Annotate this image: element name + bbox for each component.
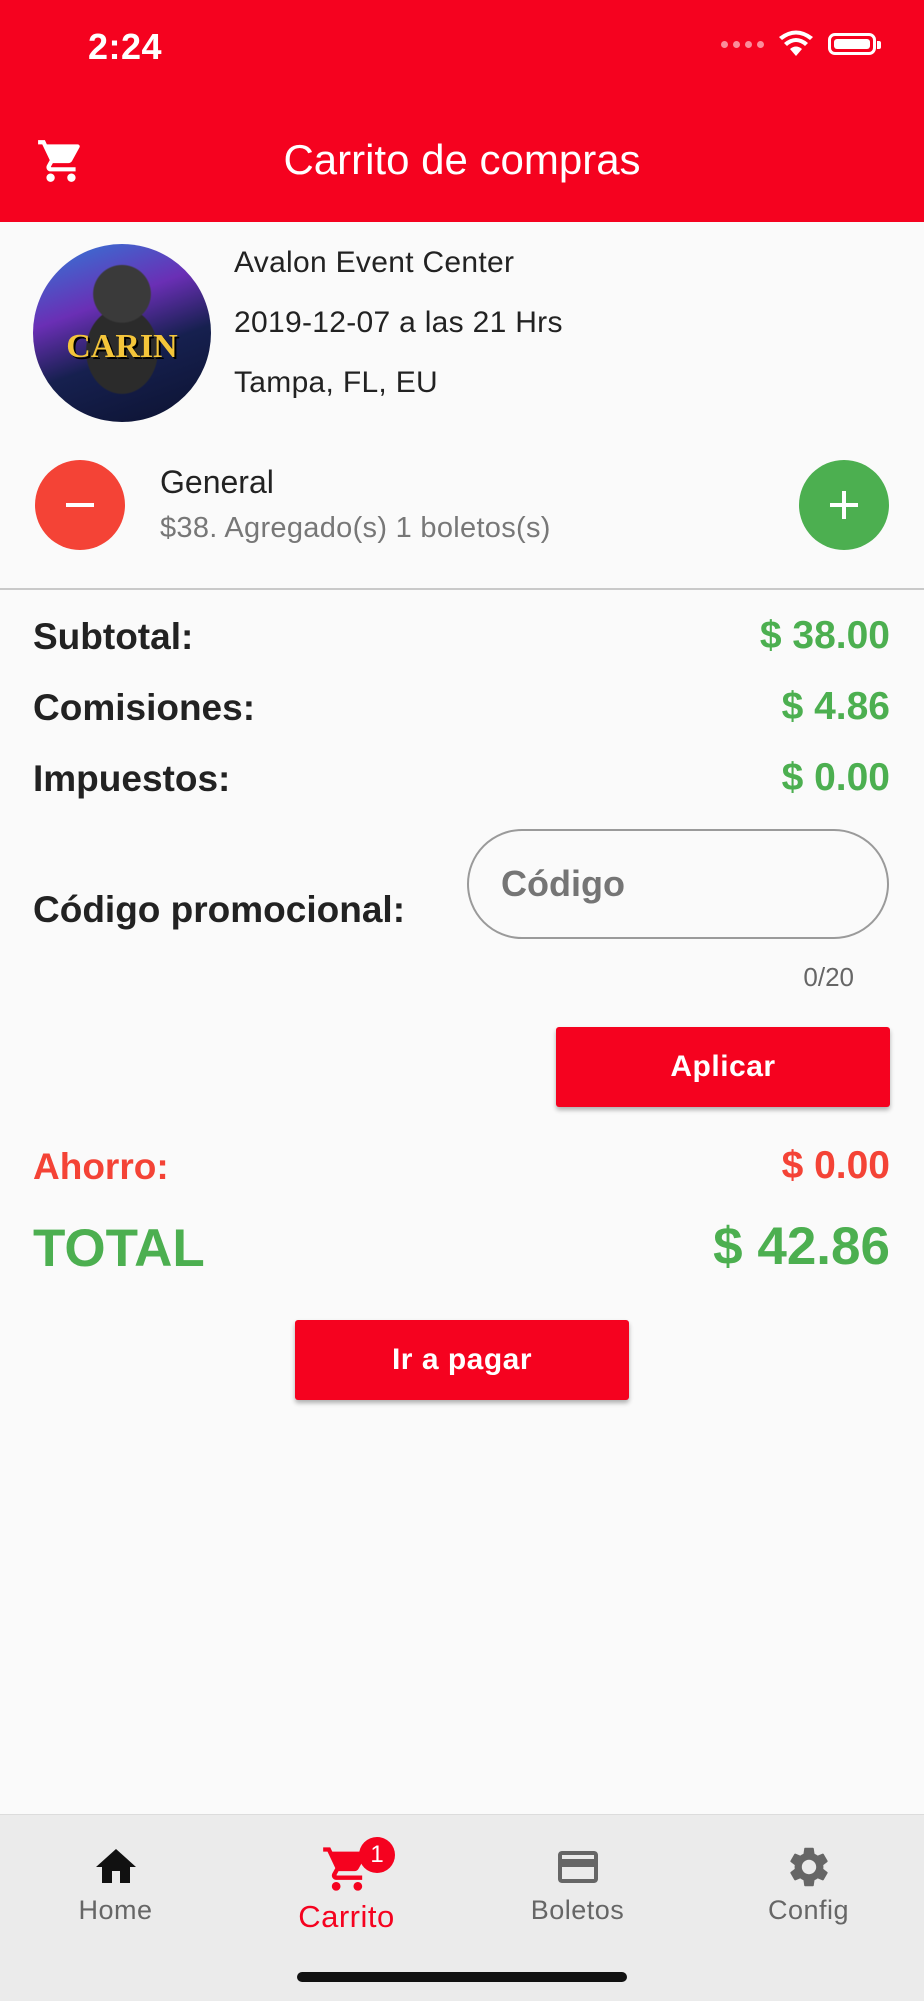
promo-code-input[interactable] (467, 829, 889, 939)
apply-promo-button[interactable]: Aplicar (556, 1027, 890, 1107)
event-location: Tampa, FL, EU (234, 366, 438, 399)
status-time: 2:24 (88, 26, 163, 67)
nav-label-tickets: Boletos (530, 1895, 625, 1925)
savings-value: $ 0.00 (781, 1144, 890, 1187)
nav-item-tickets[interactable]: Boletos (462, 1843, 693, 1926)
event-venue: Avalon Event Center (234, 246, 515, 279)
promo-char-counter: 0/20 (803, 962, 854, 992)
ticket-description: $38. Agregado(s) 1 boletos(s) (160, 512, 551, 544)
nav-item-home[interactable]: Home (0, 1843, 231, 1926)
decrease-quantity-button[interactable] (35, 460, 125, 550)
plus-icon (830, 491, 858, 519)
total-value: $ 42.86 (713, 1217, 890, 1276)
savings-label: Ahorro: (33, 1146, 169, 1187)
divider (0, 588, 924, 590)
gear-icon (789, 1847, 828, 1887)
status-indicators (721, 30, 881, 58)
tax-label: Impuestos: (33, 758, 231, 799)
signal-icon (721, 40, 764, 48)
event-date: 2019-12-07 a las 21 Hrs (234, 306, 563, 339)
nav-item-config[interactable]: Config (693, 1843, 924, 1926)
event-image: CARIN (33, 244, 211, 422)
promo-code-label: Código promocional: (33, 889, 406, 930)
tax-value: $ 0.00 (781, 756, 890, 799)
increase-quantity-button[interactable] (799, 460, 889, 550)
wifi-icon (779, 30, 813, 56)
nav-label-config: Config (767, 1895, 850, 1925)
home-icon (95, 1849, 136, 1883)
commission-value: $ 4.86 (781, 685, 890, 728)
subtotal-value: $ 38.00 (759, 614, 890, 657)
home-indicator[interactable] (297, 1972, 627, 1982)
app-header: 2:24 Carrito de compras (0, 0, 924, 222)
total-label: TOTAL (33, 1219, 205, 1278)
battery-icon (828, 33, 881, 55)
nav-label-cart: Carrito (298, 1899, 395, 1934)
nav-label-home: Home (78, 1895, 153, 1925)
cart-count-badge: 1 (359, 1837, 395, 1873)
go-to-pay-button[interactable]: Ir a pagar (295, 1320, 629, 1400)
card-icon (557, 1851, 598, 1883)
event-image-text: CARIN (66, 328, 178, 365)
page-title: Carrito de compras (283, 136, 641, 183)
ticket-type: General (160, 464, 274, 500)
minus-icon (66, 503, 94, 507)
commission-label: Comisiones: (33, 687, 256, 728)
nav-item-cart[interactable]: 1 Carrito (231, 1837, 462, 1935)
subtotal-label: Subtotal: (33, 616, 194, 657)
